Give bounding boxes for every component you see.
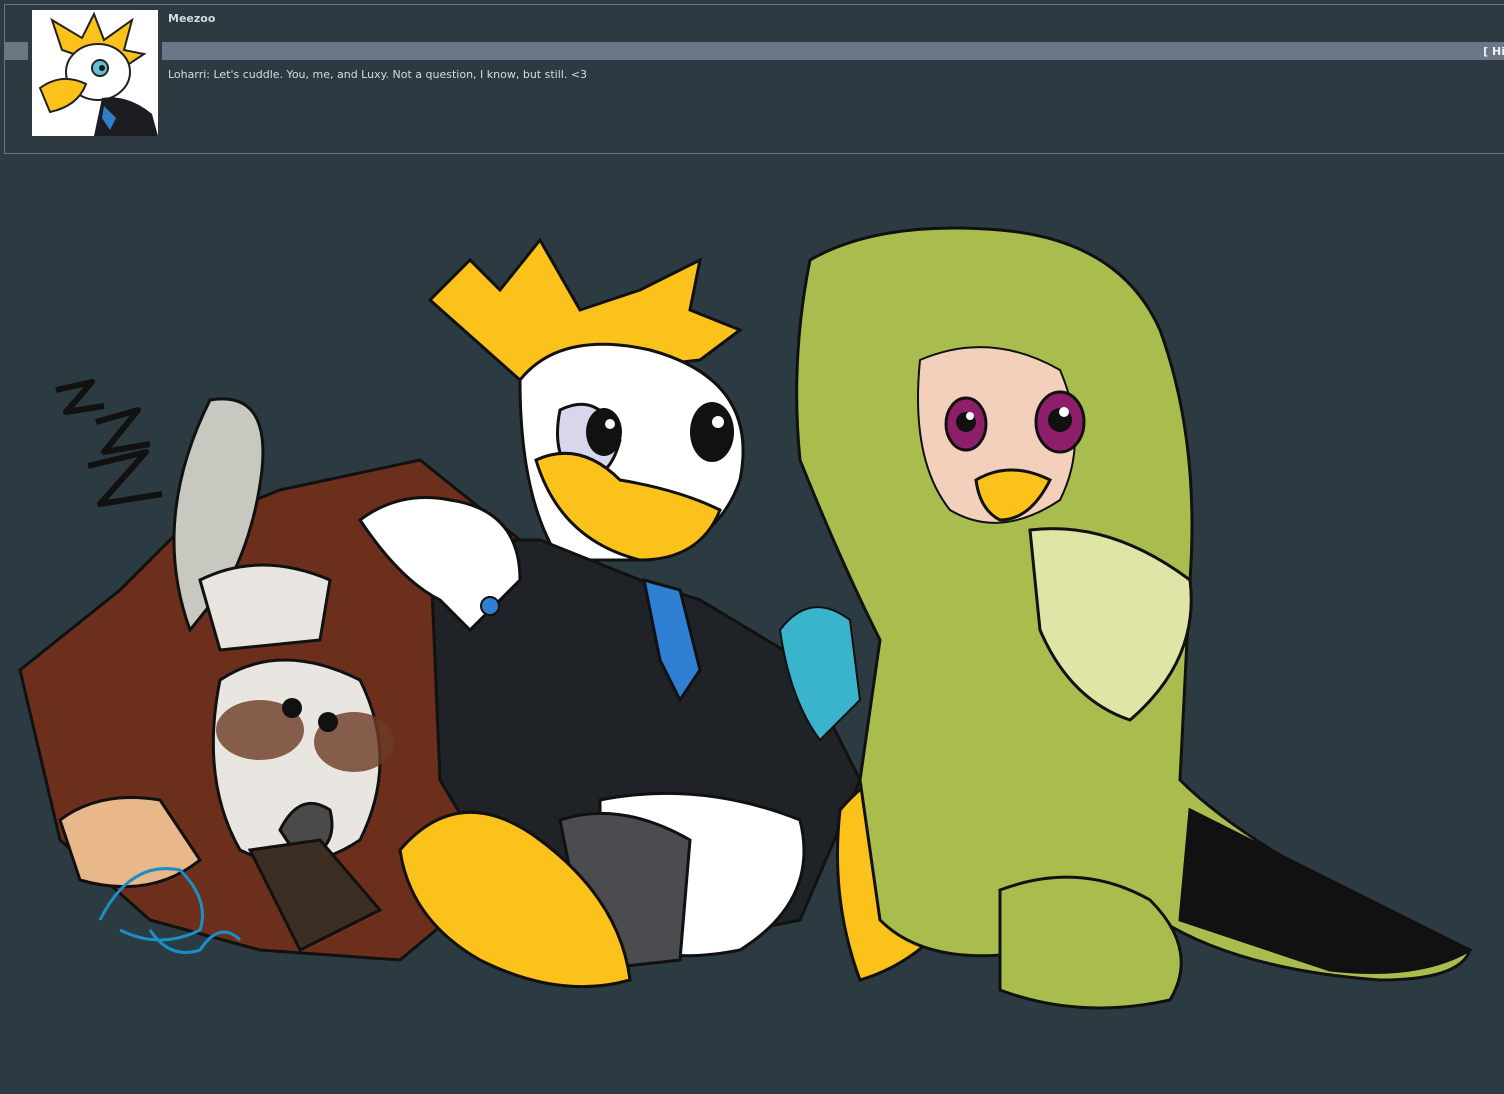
post-username[interactable]: Meezoo [168,12,215,25]
green-character [778,226,1474,1010]
hide-link[interactable]: [ Hi [1483,45,1504,58]
avatar-image [32,10,158,136]
post-header-bar: [ Hi [162,42,1504,60]
post-container: Meezoo [ Hi Loharri: Let's cuddle. You, … [4,4,1504,154]
sleep-z-marks [55,379,163,507]
post-bar-left [5,42,28,60]
user-avatar[interactable] [32,10,158,136]
post-message: Loharri: Let's cuddle. You, me, and Luxy… [168,68,588,81]
artwork-illustration [18,226,1474,1010]
